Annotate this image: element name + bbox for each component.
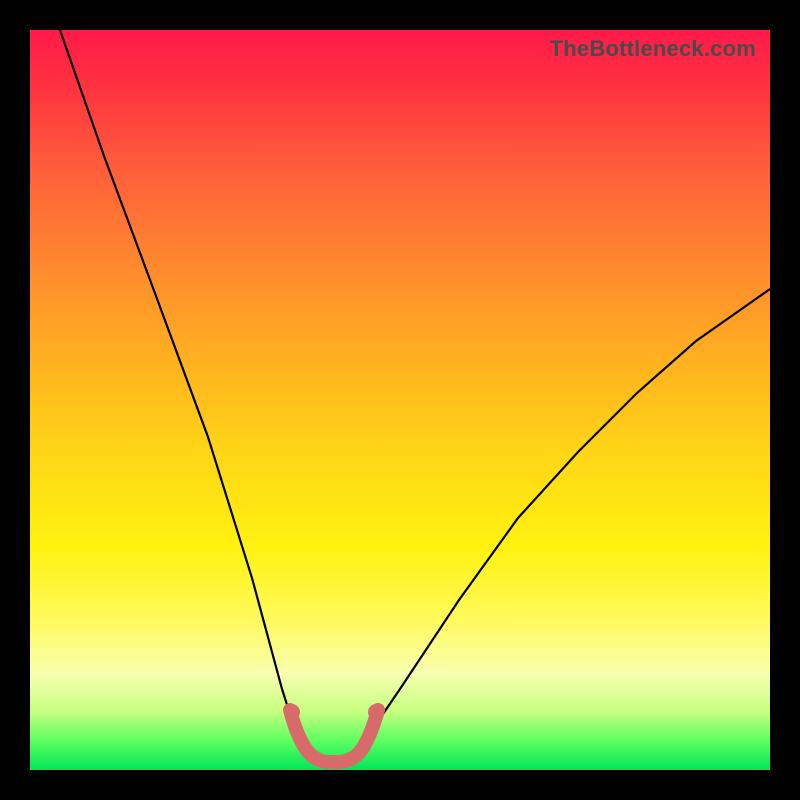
flat-bottom-dot-right <box>368 704 384 720</box>
flat-bottom-highlight <box>290 710 378 762</box>
bottleneck-curve <box>60 30 770 763</box>
chart-frame: TheBottleneck.com <box>0 0 800 800</box>
plot-area: TheBottleneck.com <box>30 30 770 770</box>
flat-bottom-dot-left <box>284 704 300 720</box>
curve-svg <box>30 30 770 770</box>
